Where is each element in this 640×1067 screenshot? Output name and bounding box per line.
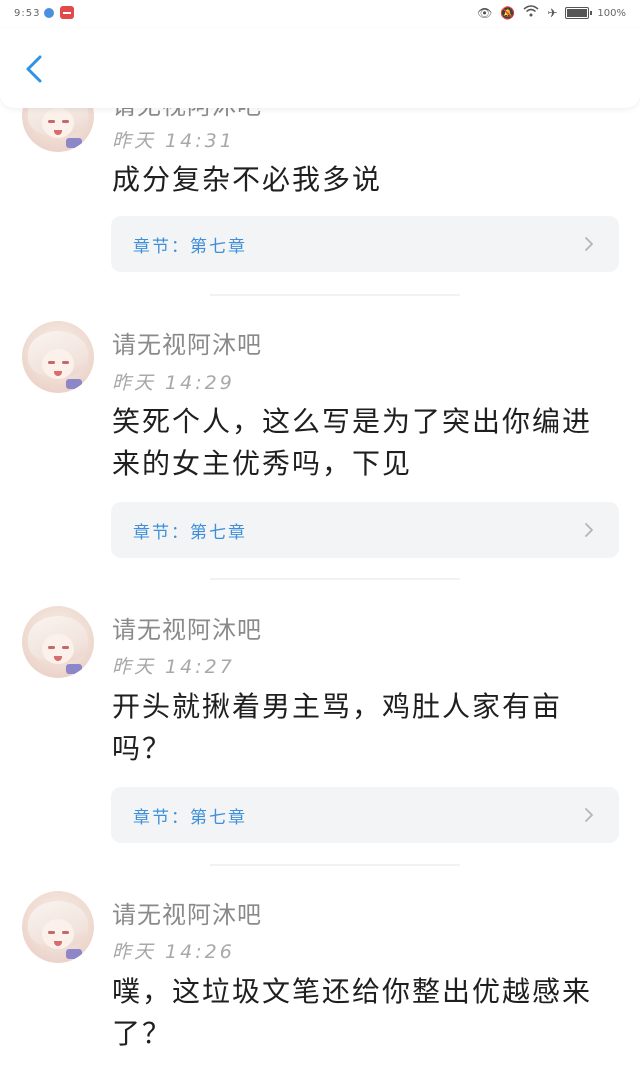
divider <box>210 864 460 866</box>
avatar[interactable] <box>22 891 94 963</box>
airplane-icon: ✈ <box>547 6 558 20</box>
comment-time: 昨天 14:27 <box>112 656 235 678</box>
wifi-icon <box>523 5 539 21</box>
divider <box>210 294 460 296</box>
avatar[interactable] <box>22 321 94 393</box>
chevron-right-icon <box>585 523 593 537</box>
comment-time: 昨天 14:26 <box>112 941 235 963</box>
back-arrow-icon[interactable] <box>20 54 50 84</box>
username[interactable]: 请无视阿沐吧 <box>112 325 262 360</box>
chapter-link[interactable]: 章节：第七章 <box>111 502 619 558</box>
chapter-label: 章节：第七章 <box>133 808 247 828</box>
comment-text: 笑死个人，这么写是为了突出你编进来的女主优秀吗，下见 <box>112 405 593 480</box>
battery-icon <box>565 7 593 19</box>
status-bar: 9:53 👁 🔕 ✈ 100% <box>0 0 640 28</box>
battery-percent: 100% <box>597 7 626 19</box>
comment-time: 昨天 14:29 <box>112 372 235 394</box>
avatar[interactable] <box>22 606 94 678</box>
mute-icon: 🔕 <box>500 6 516 20</box>
chevron-right-icon <box>585 237 593 251</box>
comment-feed: 请无视阿沐吧 昨天 14:31 成分复杂不必我多说 章节：第七章 请无视阿沐吧 … <box>0 0 640 1067</box>
username[interactable]: 请无视阿沐吧 <box>112 895 262 930</box>
chapter-link[interactable]: 章节：第七章 <box>111 216 619 272</box>
divider <box>210 578 460 580</box>
status-time: 9:53 <box>14 8 41 19</box>
chapter-label: 章节：第七章 <box>133 237 247 257</box>
comment-text: 成分复杂不必我多说 <box>112 163 383 196</box>
top-nav-bar <box>0 28 640 108</box>
comment-time: 昨天 14:31 <box>112 130 235 152</box>
eye-icon: 👁 <box>477 6 493 20</box>
app-notification-icon <box>60 6 74 19</box>
comment-text: 噗，这垃圾文笔还给你整出优越感来了？ <box>112 975 593 1050</box>
comment-text: 开头就揪着男主骂，鸡肚人家有亩吗？ <box>112 690 563 765</box>
chapter-link[interactable]: 章节：第七章 <box>111 787 619 843</box>
username[interactable]: 请无视阿沐吧 <box>112 610 262 645</box>
chevron-right-icon <box>585 808 593 822</box>
app-notification-icon <box>44 8 54 18</box>
chapter-label: 章节：第七章 <box>133 523 247 543</box>
